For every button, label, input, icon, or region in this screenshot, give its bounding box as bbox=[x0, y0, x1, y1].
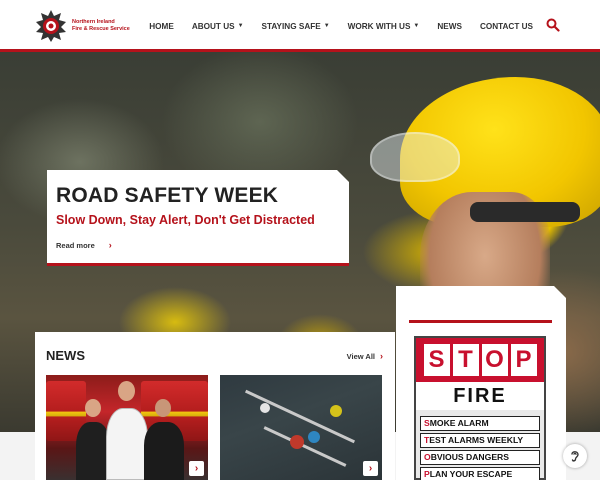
nav-label: CONTACT US bbox=[479, 21, 533, 31]
stop-fire-line: SMOKE ALARM bbox=[420, 416, 540, 431]
stop-letter: P bbox=[510, 344, 537, 376]
nav-work-with-us[interactable]: WORK WITH US ▼ bbox=[339, 22, 429, 31]
news-card[interactable]: › bbox=[220, 375, 382, 480]
person-head-shape bbox=[85, 399, 101, 417]
read-more-link[interactable]: Read more › bbox=[56, 240, 112, 250]
person-shape bbox=[106, 408, 148, 480]
nav-news[interactable]: NEWS bbox=[428, 22, 471, 31]
view-all-label: View All bbox=[346, 351, 375, 361]
chevron-right-icon: › bbox=[363, 461, 378, 476]
main-nav: HOME ABOUT US ▼ STAYING SAFE ▼ WORK WITH U… bbox=[140, 0, 542, 52]
brand-name: Northern Ireland Fire & Rescue Service bbox=[72, 19, 130, 33]
hero-banner-card: ROAD SAFETY WEEK Slow Down, Stay Alert, … bbox=[47, 170, 349, 266]
responder-shape bbox=[308, 431, 320, 443]
news-section: NEWS View All › › › bbox=[35, 332, 395, 480]
nav-about-us[interactable]: ABOUT US ▼ bbox=[183, 22, 253, 31]
stop-fire-line: PLAN YOUR ESCAPE bbox=[420, 467, 540, 480]
nav-contact-us[interactable]: CONTACT US bbox=[471, 22, 542, 31]
line-text: EST ALARMS WEEKLY bbox=[429, 435, 524, 445]
stop-fire-panel[interactable]: S T O P FIRE SMOKE ALARM TEST ALARMS WEE… bbox=[396, 286, 566, 480]
nav-label: ABOUT US bbox=[191, 21, 235, 31]
nav-label: WORK WITH US bbox=[347, 21, 411, 31]
brand-logo[interactable]: Northern Ireland Fire & Rescue Service bbox=[34, 9, 144, 43]
stop-fire-line: TEST ALARMS WEEKLY bbox=[420, 433, 540, 448]
news-card[interactable]: › bbox=[46, 375, 208, 480]
person-shape bbox=[144, 422, 184, 480]
line-text: LAN YOUR ESCAPE bbox=[429, 469, 513, 479]
caret-down-icon: ▼ bbox=[413, 23, 420, 29]
search-icon[interactable] bbox=[546, 18, 560, 32]
news-heading: NEWS bbox=[46, 348, 85, 363]
hearing-icon bbox=[571, 451, 579, 462]
person-head-shape bbox=[155, 399, 171, 417]
stop-letter: O bbox=[481, 344, 508, 376]
hero-title: ROAD SAFETY WEEK bbox=[56, 184, 279, 207]
chevron-right-icon: › bbox=[380, 351, 383, 361]
stop-letter: S bbox=[423, 344, 450, 376]
person-head-shape bbox=[118, 381, 135, 401]
accessibility-button[interactable] bbox=[563, 444, 587, 468]
helmet-strap-shape bbox=[470, 202, 580, 222]
line-text: MOKE ALARM bbox=[429, 418, 489, 428]
site-header: Northern Ireland Fire & Rescue Service H… bbox=[0, 0, 600, 52]
stop-fire-graphic: S T O P FIRE SMOKE ALARM TEST ALARMS WEE… bbox=[414, 336, 546, 480]
brand-line-1: Northern Ireland bbox=[72, 19, 115, 25]
fire-word: FIRE bbox=[416, 382, 544, 410]
page: Northern Ireland Fire & Rescue Service H… bbox=[0, 0, 600, 480]
nav-label: HOME bbox=[149, 21, 174, 31]
read-more-label: Read more bbox=[56, 240, 95, 250]
stop-letter: T bbox=[452, 344, 479, 376]
responder-shape bbox=[330, 405, 342, 417]
responder-shape bbox=[260, 403, 270, 413]
responder-shape bbox=[290, 435, 304, 449]
person-shape bbox=[76, 422, 110, 480]
fire-service-crest-icon bbox=[36, 10, 66, 42]
stop-header: S T O P bbox=[416, 338, 544, 382]
chevron-right-icon: › bbox=[108, 240, 112, 250]
nav-home[interactable]: HOME bbox=[140, 22, 183, 31]
stop-fire-list: SMOKE ALARM TEST ALARMS WEEKLY OBVIOUS D… bbox=[420, 416, 540, 480]
stop-fire-line: OBVIOUS DANGERS bbox=[420, 450, 540, 465]
nav-staying-safe[interactable]: STAYING SAFE ▼ bbox=[253, 22, 339, 31]
hero-subtitle: Slow Down, Stay Alert, Don't Get Distrac… bbox=[56, 213, 315, 227]
nav-label: NEWS bbox=[437, 21, 462, 31]
caret-down-icon: ▼ bbox=[237, 23, 244, 29]
visor-shape bbox=[370, 132, 460, 182]
initial-letter: O bbox=[424, 452, 431, 462]
nav-label: STAYING SAFE bbox=[261, 21, 321, 31]
view-all-link[interactable]: View All › bbox=[347, 351, 383, 361]
caret-down-icon: ▼ bbox=[323, 23, 330, 29]
red-divider bbox=[409, 320, 552, 323]
chevron-right-icon: › bbox=[189, 461, 204, 476]
brand-line-2: Fire & Rescue Service bbox=[72, 26, 130, 32]
line-text: BVIOUS DANGERS bbox=[430, 452, 509, 462]
